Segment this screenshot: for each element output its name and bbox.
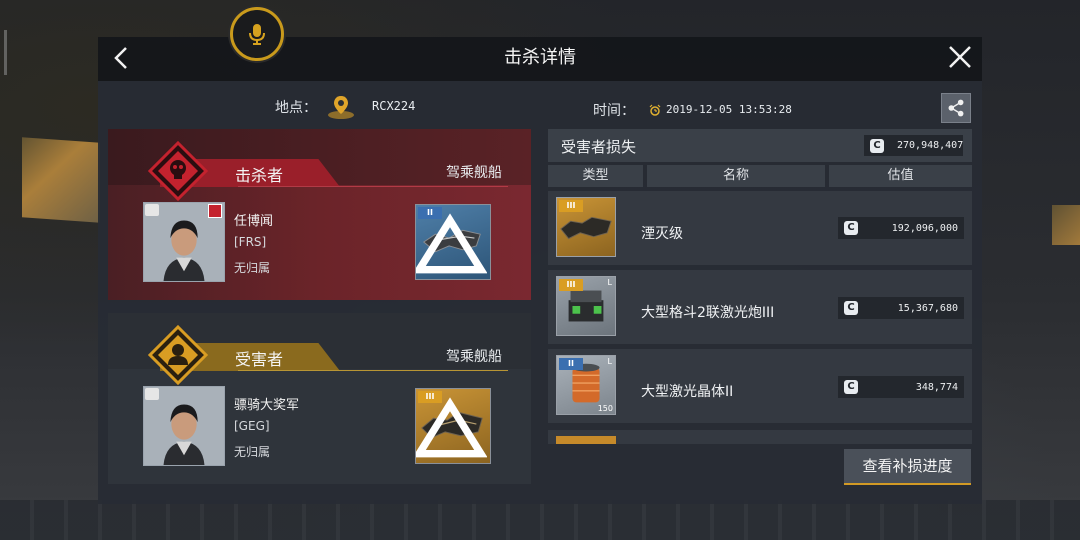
loss-item-name: 大型格斗2联激光炮III [641,305,775,321]
loss-item-value: 348,774 [915,382,958,393]
column-header-type: 类型 [548,165,643,187]
losses-total-value: 270,948,407 [897,140,964,151]
person-icon [147,324,209,386]
loss-item-thumbnail-partial [556,436,616,444]
loss-item-thumbnail[interactable]: III [556,197,616,257]
loss-item-value: 15,367,680 [897,303,958,314]
loss-item-name: 湮灭级 [641,226,683,242]
voice-chat-button[interactable] [230,7,284,61]
victim-name[interactable]: 骠骑大奖军 [234,394,299,413]
victim-role-label: 受害者 [235,350,284,369]
loss-item-thumbnail[interactable]: III L [556,276,616,336]
microphone-icon [249,24,265,45]
killer-alliance: 无归属 [234,261,271,275]
camera-badge-icon [145,204,159,216]
item-tier-badge: III [559,200,583,212]
share-icon [948,99,964,117]
killer-ship-thumbnail[interactable]: II [415,204,491,280]
ship-size-icon [416,397,487,458]
isk-coin-icon: C [870,139,884,153]
losses-title: 受害者损失 [561,138,637,156]
chevron-left-icon [114,47,127,69]
victim-alliance: 无归属 [234,445,271,459]
item-size-label: L [607,278,612,287]
scene-billboard-left [22,137,100,223]
security-status-icon [208,204,222,218]
scene-edge-bar [4,30,7,75]
victim-corp[interactable]: [GEG] [234,419,270,433]
column-header-value: 估值 [829,165,972,187]
skull-icon [147,140,209,202]
close-button[interactable] [946,43,974,71]
time-label: 时间： [593,103,635,119]
killer-ship-heading: 驾乘舰船 [446,165,502,181]
loss-item-thumbnail[interactable]: II L 150 [556,355,616,415]
loss-item-value: 192,096,000 [891,223,958,234]
item-quantity: 150 [597,404,613,413]
killer-role-label: 击杀者 [235,166,284,185]
loss-item-name: 大型激光晶体II [641,384,734,400]
isk-coin-icon: C [844,301,858,315]
column-header-name: 名称 [647,165,825,187]
killer-corp[interactable]: [FRS] [234,235,266,249]
location-label: 地点： [275,100,317,116]
item-tier-badge: III [559,279,583,291]
victim-ship-heading: 驾乘舰船 [446,349,502,365]
isk-coin-icon: C [844,380,858,394]
page-title: 击杀详情 [504,47,576,68]
close-icon [949,46,971,68]
location-pin-icon[interactable] [326,92,356,122]
back-button[interactable] [108,43,136,73]
isk-coin-icon: C [844,221,858,235]
item-size-label: L [607,357,612,366]
victim-card: 受害者 驾乘舰船 骠骑大奖军 [GEG] 无归属 III [108,313,531,484]
view-compensation-progress-button[interactable]: 查看补损进度 [844,449,971,485]
ship-size-icon [416,213,487,274]
item-tier-badge: II [559,358,583,370]
share-button[interactable] [941,93,971,123]
camera-badge-icon [145,388,159,400]
victim-divider [238,370,508,371]
killer-name[interactable]: 任博闻 [234,210,273,229]
scene-floor [0,500,1080,540]
time-value: 2019-12-05 13:53:28 [666,103,792,116]
alarm-clock-icon [649,101,661,116]
location-value[interactable]: RCX224 [372,99,415,113]
killer-divider [238,186,508,187]
victim-ship-thumbnail[interactable]: III [415,388,491,464]
scene-billboard-right [1052,205,1080,245]
killer-card: 击杀者 驾乘舰船 任博闻 [FRS] 无归属 II [108,129,531,300]
